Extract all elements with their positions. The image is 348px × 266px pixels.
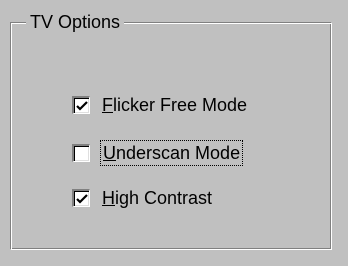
tv-options-groupbox — [10, 22, 332, 250]
flicker-free-mode-label[interactable]: Flicker Free Mode — [102, 94, 247, 116]
flicker-free-mode-option[interactable]: Flicker Free Mode — [72, 93, 247, 117]
high-contrast-option[interactable]: High Contrast — [72, 186, 212, 210]
underscan-mode-label[interactable]: Underscan Mode — [99, 140, 244, 166]
underscan-mode-option[interactable]: Underscan Mode — [72, 140, 244, 166]
mnemonic-u: U — [103, 143, 116, 163]
underscan-mode-text: nderscan Mode — [116, 143, 241, 163]
high-contrast-label[interactable]: High Contrast — [102, 187, 212, 209]
checkmark-icon — [75, 100, 88, 111]
high-contrast-checkbox[interactable] — [72, 189, 90, 207]
flicker-free-mode-checkbox[interactable] — [72, 96, 90, 114]
group-title: TV Options — [26, 11, 125, 33]
flicker-free-mode-text: licker Free Mode — [113, 95, 248, 115]
mnemonic-f: F — [102, 95, 113, 115]
underscan-mode-checkbox[interactable] — [72, 144, 90, 162]
high-contrast-text: igh Contrast — [115, 188, 213, 208]
checkmark-icon — [75, 193, 88, 204]
mnemonic-h: H — [102, 188, 115, 208]
